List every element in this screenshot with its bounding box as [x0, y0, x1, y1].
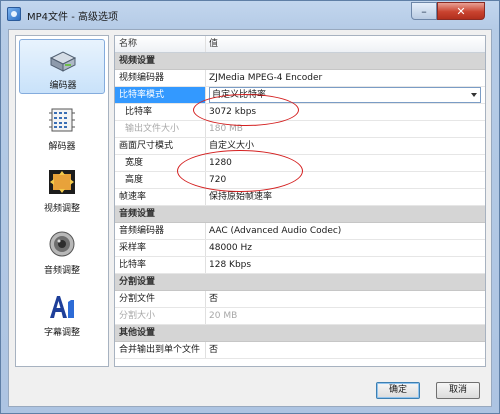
category-video-settings[interactable]: 视频设置 — [115, 53, 485, 70]
property-row-width[interactable]: 宽度 1280 — [115, 155, 485, 172]
property-row-bitrate-mode[interactable]: 比特率模式 自定义比特率 — [115, 87, 485, 104]
property-row-video-encoder[interactable]: 视频编码器 ZJMedia MPEG-4 Encoder — [115, 70, 485, 87]
property-row-video-bitrate[interactable]: 比特率 3072 kbps — [115, 104, 485, 121]
property-value: 48000 Hz — [209, 243, 252, 253]
property-name: 视频编码器 — [115, 70, 206, 86]
property-name: 宽度 — [115, 155, 206, 171]
property-name: 合并输出到单个文件 — [115, 342, 206, 358]
property-name: 画面尺寸模式 — [115, 138, 206, 154]
category-label: 其他设置 — [119, 328, 156, 338]
sidebar-item-encoder[interactable]: 编码器 — [19, 39, 105, 94]
property-row-frame-rate[interactable]: 帧速率 保持原始帧速率 — [115, 189, 485, 206]
property-row-split-file[interactable]: 分割文件 否 — [115, 291, 485, 308]
property-row-split-size: 分割大小 20 MB — [115, 308, 485, 325]
dropdown-selected-value: 自定义比特率 — [212, 90, 267, 100]
title-bar[interactable]: MP4文件 - 高级选项 – ✕ — [1, 1, 499, 27]
app-icon — [7, 7, 21, 21]
audio-adjust-icon — [49, 231, 75, 257]
property-row-sample-rate[interactable]: 采样率 48000 Hz — [115, 240, 485, 257]
property-row-merge-output[interactable]: 合并输出到单个文件 否 — [115, 342, 485, 359]
bitrate-mode-dropdown[interactable]: 自定义比特率 — [209, 87, 481, 103]
property-name: 采样率 — [115, 240, 206, 256]
sidebar-item-label: 解码器 — [48, 142, 76, 152]
property-name: 音频编码器 — [115, 223, 206, 239]
dialog-window: MP4文件 - 高级选项 – ✕ 编码器 解码器 视频调整 音频调整 字幕调整 … — [0, 0, 500, 414]
category-label: 音频设置 — [119, 209, 156, 219]
category-split-settings[interactable]: 分割设置 — [115, 274, 485, 291]
property-grid: 名称 值 视频设置 视频编码器 ZJMedia MPEG-4 Encoder 比… — [114, 35, 486, 367]
property-value: 1280 — [209, 158, 232, 168]
property-row-audio-encoder[interactable]: 音频编码器 AAC (Advanced Audio Codec) — [115, 223, 485, 240]
property-row-output-size: 输出文件大小 180 MB — [115, 121, 485, 138]
property-value: AAC (Advanced Audio Codec) — [209, 226, 342, 236]
property-row-frame-size-mode[interactable]: 画面尺寸模式 自定义大小 — [115, 138, 485, 155]
category-label: 分割设置 — [119, 277, 156, 287]
subtitle-adjust-icon — [50, 296, 74, 318]
property-value: 20 MB — [209, 311, 238, 321]
close-button[interactable]: ✕ — [437, 2, 485, 20]
property-name: 高度 — [115, 172, 206, 188]
category-sidebar: 编码器 解码器 视频调整 音频调整 字幕调整 — [15, 35, 109, 367]
property-name: 比特率 — [115, 257, 206, 273]
property-value: 否 — [209, 345, 219, 355]
sidebar-item-subtitle-adjust[interactable]: 字幕调整 — [19, 287, 105, 342]
category-label: 视频设置 — [119, 56, 156, 66]
property-value: ZJMedia MPEG-4 Encoder — [209, 73, 323, 83]
column-header-value: 值 — [209, 39, 219, 49]
sidebar-item-label: 视频调整 — [43, 204, 80, 214]
property-name: 比特率模式 — [115, 87, 206, 103]
property-value: 自定义大小 — [209, 141, 255, 151]
property-row-height[interactable]: 高度 720 — [115, 172, 485, 189]
property-name: 输出文件大小 — [115, 121, 206, 137]
decoder-icon — [49, 108, 75, 132]
sidebar-item-audio-adjust[interactable]: 音频调整 — [19, 225, 105, 280]
cancel-button[interactable]: 取消 — [436, 382, 480, 399]
sidebar-item-label: 音频调整 — [43, 266, 80, 276]
chevron-down-icon[interactable] — [471, 93, 477, 97]
property-value: 保持原始帧速率 — [209, 192, 273, 202]
property-name: 帧速率 — [115, 189, 206, 205]
column-header-name: 名称 — [115, 36, 206, 52]
sidebar-item-label: 编码器 — [49, 81, 77, 91]
category-other-settings[interactable]: 其他设置 — [115, 325, 485, 342]
sidebar-item-label: 字幕调整 — [43, 328, 80, 338]
property-name: 分割文件 — [115, 291, 206, 307]
grid-header: 名称 值 — [115, 36, 485, 53]
property-row-audio-bitrate[interactable]: 比特率 128 Kbps — [115, 257, 485, 274]
category-audio-settings[interactable]: 音频设置 — [115, 206, 485, 223]
sidebar-item-decoder[interactable]: 解码器 — [19, 101, 105, 156]
property-value: 128 Kbps — [209, 260, 252, 270]
property-value: 720 — [209, 175, 227, 185]
window-title: MP4文件 - 高级选项 — [27, 12, 118, 23]
property-value: 180 MB — [209, 124, 243, 134]
property-name: 比特率 — [115, 104, 206, 120]
minimize-button[interactable]: – — [411, 2, 437, 20]
property-name: 分割大小 — [115, 308, 206, 324]
property-value: 否 — [209, 294, 219, 304]
sidebar-item-video-adjust[interactable]: 视频调整 — [19, 163, 105, 218]
property-value: 3072 kbps — [209, 107, 257, 117]
video-adjust-icon — [49, 170, 75, 194]
encoder-icon — [49, 51, 77, 72]
dialog-client-area: 编码器 解码器 视频调整 音频调整 字幕调整 名称 值 视频设置 视频编码器 Z… — [8, 29, 492, 407]
ok-button[interactable]: 确定 — [376, 382, 420, 399]
